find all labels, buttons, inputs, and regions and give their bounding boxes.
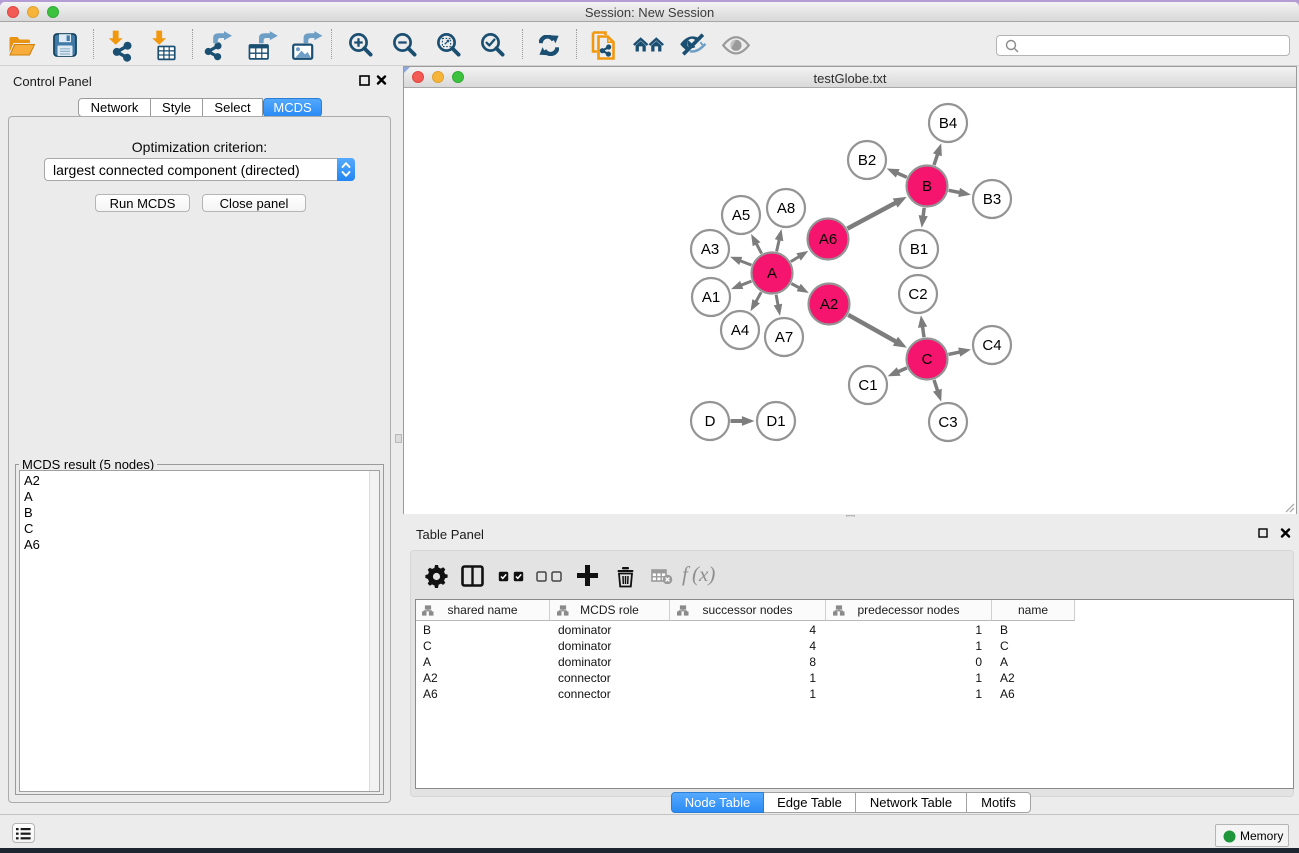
svg-text:C2: C2: [908, 286, 927, 303]
svg-text:D: D: [705, 413, 716, 430]
svg-text:B1: B1: [910, 241, 928, 258]
svg-text:A2: A2: [820, 296, 838, 313]
svg-text:A7: A7: [775, 329, 793, 346]
svg-text:A6: A6: [819, 231, 837, 248]
svg-text:B: B: [922, 178, 932, 195]
svg-text:A1: A1: [702, 289, 720, 306]
svg-text:B4: B4: [939, 115, 957, 132]
svg-text:C: C: [922, 351, 933, 368]
svg-text:A3: A3: [701, 241, 719, 258]
svg-text:A8: A8: [777, 200, 795, 217]
svg-text:A: A: [767, 265, 777, 282]
svg-text:C4: C4: [982, 337, 1001, 354]
svg-text:A4: A4: [731, 322, 749, 339]
svg-text:f (x): f (x): [682, 564, 715, 586]
svg-text:C3: C3: [938, 414, 957, 431]
svg-text:C1: C1: [858, 377, 877, 394]
svg-text:B2: B2: [858, 152, 876, 169]
svg-text:A5: A5: [732, 207, 750, 224]
svg-text:B3: B3: [983, 191, 1001, 208]
svg-text:D1: D1: [766, 413, 785, 430]
